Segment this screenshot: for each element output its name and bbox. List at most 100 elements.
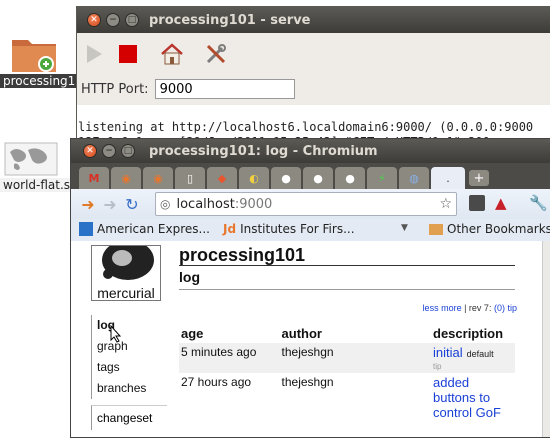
tab-active[interactable]: .: [431, 167, 465, 189]
minimize-icon[interactable]: −: [106, 13, 120, 27]
address-bar[interactable]: ◎ localhost:9000 ☆: [155, 192, 457, 216]
bookmark-item[interactable]: American Expres...: [79, 222, 210, 236]
tab-firefox[interactable]: ◉: [111, 167, 141, 189]
commit-link[interactable]: added buttons to control GoF: [433, 375, 513, 420]
minimize-icon[interactable]: −: [102, 144, 116, 158]
port-input[interactable]: [154, 79, 295, 99]
log-table: age author description 5 minutes ago the…: [179, 323, 515, 422]
serve-window: ✕ − □ processing101 - serve HTTP Port: 9…: [76, 6, 550, 146]
column-header-description: description: [433, 325, 504, 341]
back-icon[interactable]: ➜: [77, 195, 99, 214]
tab-github-3[interactable]: ●: [335, 167, 365, 189]
table-row: 27 hours ago thejeshgn added buttons to …: [179, 373, 515, 422]
menu-item-log[interactable]: log: [97, 315, 167, 336]
chromium-window: ✕ − □ processing101: log - Chromium M ◉ …: [70, 138, 550, 438]
amex-icon: [79, 222, 93, 236]
menu-item-changeset[interactable]: changeset: [97, 406, 167, 430]
home-button[interactable]: [157, 39, 187, 69]
serve-titlebar[interactable]: ✕ − □ processing101 - serve: [77, 7, 550, 33]
menu-item-branches[interactable]: branches: [97, 378, 167, 399]
row-author: thejeshgn: [281, 375, 334, 389]
side-menu-2: changeset: [91, 405, 167, 430]
tab-globe[interactable]: ◍: [399, 167, 429, 189]
console-line: listening at http://localhost6.localdoma…: [78, 120, 534, 134]
tab-document[interactable]: ▯: [175, 167, 205, 189]
other-bookmarks[interactable]: Other Bookmarks: [429, 222, 550, 236]
chevron-down-icon[interactable]: ▼: [401, 223, 408, 233]
row-age: 5 minutes ago: [179, 343, 280, 373]
app-icon: ◆: [217, 171, 227, 185]
repo-title: processing101: [179, 245, 306, 265]
tab-gmail[interactable]: M: [79, 167, 109, 189]
folder-icon[interactable]: [10, 32, 58, 78]
tab-firefox-2[interactable]: ◉: [143, 167, 173, 189]
side-menu: log graph tags branches: [91, 315, 167, 399]
navigation-bar: ➜ ➜ ↻ ◎ localhost:9000 ☆ ▲ 🔧: [71, 189, 550, 219]
close-icon[interactable]: ✕: [87, 13, 101, 27]
window-title: processing101 - serve: [149, 12, 311, 28]
row-age: 27 hours ago: [181, 375, 252, 389]
pager: less more | rev 7: (0) tip: [423, 303, 517, 313]
svg-file-icon[interactable]: [4, 142, 58, 180]
section-title: log: [179, 269, 200, 285]
folder-icon: [429, 223, 443, 235]
star-icon[interactable]: ☆: [439, 196, 452, 212]
github-icon: ●: [345, 171, 355, 185]
window-title: processing101: log - Chromium: [149, 143, 378, 159]
table-header: age author description: [179, 323, 515, 343]
loading-icon: .: [446, 171, 450, 185]
bookmarks-bar: American Expres... Jd Institutes For Fir…: [71, 219, 550, 242]
port-label: HTTP Port:: [81, 81, 149, 97]
python-icon: ◐: [249, 171, 259, 185]
rev-label: | rev 7:: [464, 303, 492, 313]
chromium-titlebar[interactable]: ✕ − □ processing101: log - Chromium: [71, 139, 550, 163]
tab-github-2[interactable]: ●: [303, 167, 333, 189]
tab-lightning[interactable]: ⚡: [367, 167, 397, 189]
maximize-icon[interactable]: □: [121, 144, 135, 158]
preferences-button[interactable]: [201, 39, 231, 69]
github-icon: ●: [313, 171, 323, 185]
extension-icon[interactable]: ▲: [495, 194, 507, 212]
logo-text: mercurial: [97, 285, 155, 301]
column-header-author: author: [281, 325, 322, 341]
new-tab-button[interactable]: +: [469, 170, 489, 186]
play-icon: [87, 45, 102, 63]
column-header-age: age: [181, 325, 204, 341]
divider: [179, 265, 515, 266]
reload-icon[interactable]: ↻: [121, 195, 143, 214]
url-host: localhost: [176, 196, 235, 212]
mouse-cursor-icon: [110, 324, 122, 347]
commit-link[interactable]: initial: [433, 345, 463, 360]
menu-item-graph[interactable]: graph: [97, 336, 167, 357]
branch-tag: default: [466, 349, 494, 359]
url-port: :9000: [234, 196, 273, 212]
stop-button[interactable]: [113, 39, 143, 69]
start-button[interactable]: [79, 39, 109, 69]
less-more-link[interactable]: less more: [423, 303, 462, 313]
wrench-icon[interactable]: 🔧: [529, 194, 548, 212]
close-icon[interactable]: ✕: [83, 144, 97, 158]
stop-icon: [119, 45, 137, 63]
gmail-icon: M: [88, 171, 100, 185]
menu-item-tags[interactable]: tags: [97, 357, 167, 378]
page-content: mercurial processing101 log less more | …: [71, 241, 543, 437]
bookmark-item[interactable]: Jd Institutes For Firs...: [223, 222, 355, 236]
other-bookmarks-label: Other Bookmarks: [447, 222, 550, 236]
tip-tag: tip: [433, 362, 442, 371]
table-row: 5 minutes ago thejeshgn initial default t…: [179, 343, 515, 373]
port-row: HTTP Port:: [81, 79, 295, 99]
tab-app[interactable]: ◆: [207, 167, 237, 189]
tab-python[interactable]: ◐: [239, 167, 269, 189]
tag-icon[interactable]: [469, 195, 485, 211]
forward-icon[interactable]: ➜: [99, 195, 121, 214]
document-icon: ▯: [186, 171, 194, 185]
tab-github[interactable]: ●: [271, 167, 301, 189]
globe-icon: ◍: [409, 171, 419, 185]
tab-strip: M ◉ ◉ ▯ ◆ ◐ ● ● ● ⚡ ◍ . +: [71, 163, 550, 189]
rev-zero-link[interactable]: (0): [494, 303, 505, 313]
home-icon: [161, 43, 183, 65]
tip-link[interactable]: tip: [507, 303, 517, 313]
mercurial-logo[interactable]: mercurial: [91, 245, 161, 301]
vertical-scrollbar[interactable]: [542, 241, 550, 437]
maximize-icon[interactable]: □: [125, 13, 139, 27]
